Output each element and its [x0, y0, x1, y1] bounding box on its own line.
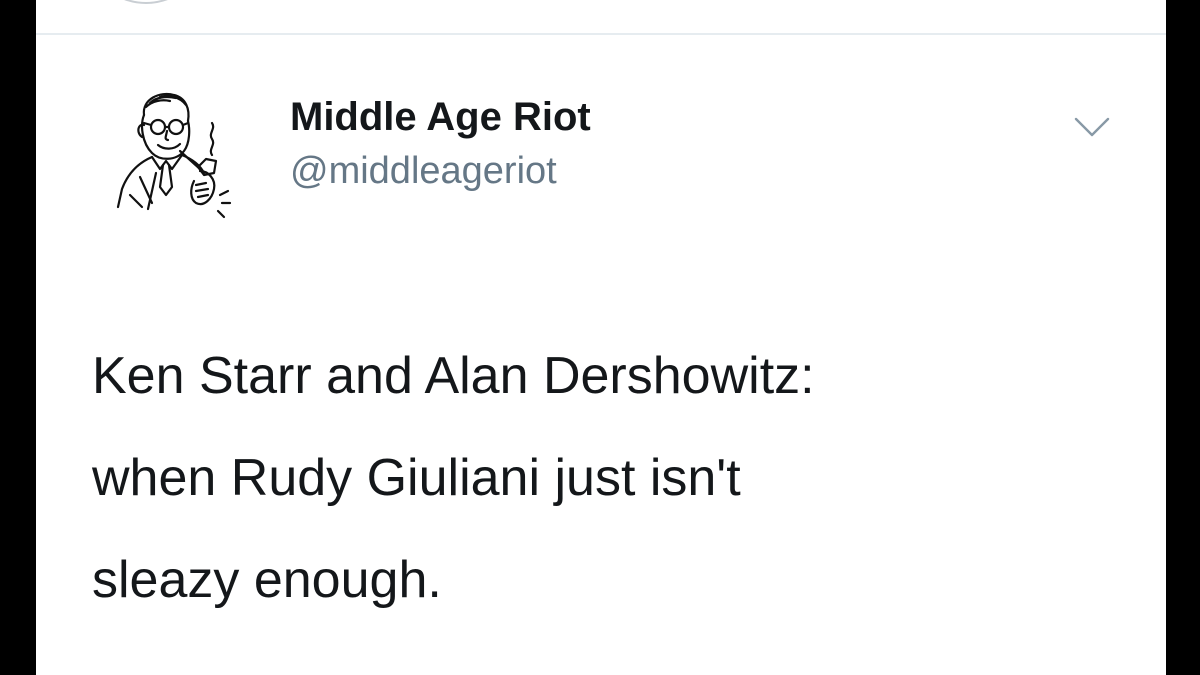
- display-name[interactable]: Middle Age Riot: [290, 90, 591, 144]
- tweet-text: Ken Starr and Alan Dershowitz: when Rudy…: [92, 347, 815, 609]
- tweet-panel: Middle Age Riot @middleageriot Ken Starr…: [36, 0, 1166, 675]
- chevron-down-icon[interactable]: [1072, 113, 1112, 141]
- username-handle[interactable]: @middleageriot: [290, 144, 591, 198]
- previous-tweet-edge: [36, 0, 1166, 30]
- screenshot-frame: Middle Age Riot @middleageriot Ken Starr…: [0, 0, 1200, 675]
- tweet-author[interactable]: Middle Age Riot @middleageriot: [290, 90, 591, 198]
- previous-avatar[interactable]: [84, 0, 208, 4]
- tweet[interactable]: Middle Age Riot @middleageriot Ken Starr…: [36, 35, 1166, 675]
- chevron-down-glyph: [1074, 117, 1110, 137]
- pipe-smoking-man-avatar-icon[interactable]: [100, 85, 240, 225]
- avatar-illustration: [116, 92, 232, 219]
